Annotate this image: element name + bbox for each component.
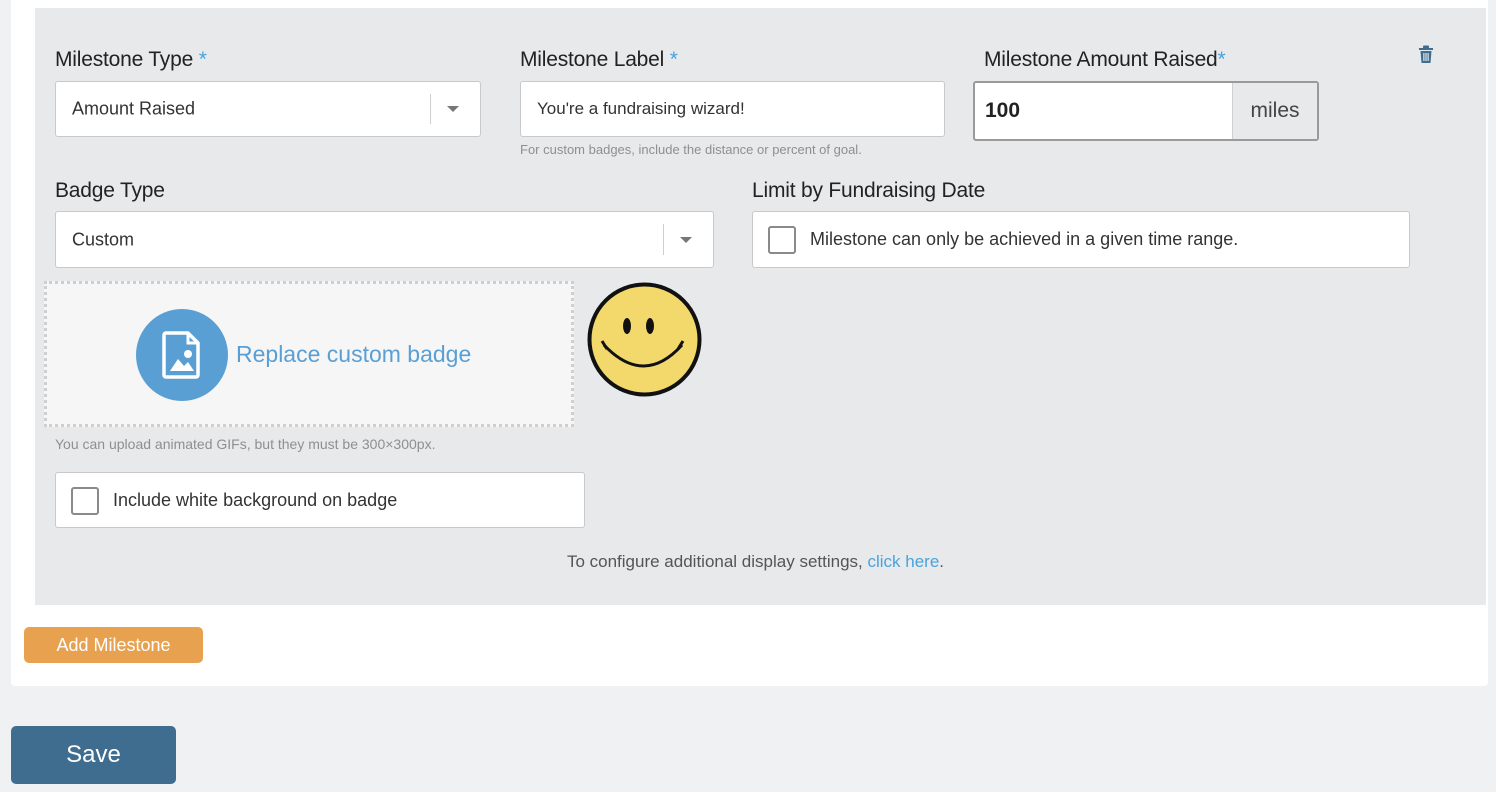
upload-circle[interactable] bbox=[136, 309, 228, 401]
badge-preview-image bbox=[586, 281, 703, 403]
milestone-type-label-text: Milestone Type bbox=[55, 48, 194, 71]
milestone-amount-label: Milestone Amount Raised* bbox=[984, 48, 1226, 72]
milestone-label-value: You're a fundraising wizard! bbox=[537, 99, 745, 118]
config-text: To configure additional display settings… bbox=[35, 552, 1476, 572]
replace-badge-label[interactable]: Replace custom badge bbox=[236, 341, 471, 368]
trash-icon[interactable] bbox=[1418, 45, 1434, 69]
milestone-type-select[interactable]: Amount Raised bbox=[55, 81, 481, 137]
select-divider bbox=[430, 94, 431, 124]
badge-upload-dropzone[interactable]: Replace custom badge bbox=[44, 281, 574, 427]
milestone-type-label: Milestone Type * bbox=[55, 48, 207, 72]
required-mark: * bbox=[198, 48, 207, 71]
config-suffix: . bbox=[939, 552, 945, 571]
white-bg-checkbox-row[interactable]: Include white background on badge bbox=[55, 472, 585, 528]
add-milestone-button[interactable]: Add Milestone bbox=[24, 627, 203, 663]
amount-unit-text: miles bbox=[1250, 99, 1300, 122]
limit-date-checkbox-row[interactable]: Milestone can only be achieved in a give… bbox=[752, 211, 1410, 268]
save-button[interactable]: Save bbox=[11, 726, 176, 784]
limit-date-checkbox[interactable] bbox=[768, 226, 796, 254]
milestone-label-help: For custom badges, include the distance … bbox=[520, 142, 862, 157]
limit-date-label: Limit by Fundraising Date bbox=[752, 179, 986, 202]
white-bg-checkbox[interactable] bbox=[71, 487, 99, 515]
milestone-label-label-text: Milestone Label bbox=[520, 48, 665, 71]
badge-type-select[interactable]: Custom bbox=[55, 211, 714, 268]
limit-date-checkbox-label: Milestone can only be achieved in a give… bbox=[810, 229, 1239, 249]
badge-type-label: Badge Type bbox=[55, 179, 165, 202]
chevron-down-icon bbox=[680, 236, 692, 243]
milestone-amount-value: 100 bbox=[985, 99, 1021, 122]
amount-unit-addon: miles bbox=[1232, 83, 1317, 139]
config-prefix: To configure additional display settings… bbox=[566, 552, 868, 571]
milestone-type-value: Amount Raised bbox=[72, 98, 196, 119]
white-bg-checkbox-label: Include white background on badge bbox=[113, 490, 398, 510]
select-divider bbox=[663, 224, 664, 255]
required-mark: * bbox=[669, 48, 678, 71]
config-link[interactable]: click here bbox=[867, 552, 939, 571]
chevron-down-icon bbox=[447, 106, 459, 112]
milestone-amount-input[interactable]: 100 miles bbox=[973, 81, 1319, 141]
badge-type-value: Custom bbox=[72, 229, 135, 249]
milestone-label-input[interactable]: You're a fundraising wizard! bbox=[520, 81, 945, 137]
image-file-icon bbox=[162, 331, 200, 379]
upload-help: You can upload animated GIFs, but they m… bbox=[55, 436, 436, 452]
milestone-amount-label-text: Milestone Amount Raised bbox=[984, 48, 1218, 71]
required-mark: * bbox=[1217, 48, 1226, 71]
milestone-label-label: Milestone Label * bbox=[520, 48, 678, 72]
